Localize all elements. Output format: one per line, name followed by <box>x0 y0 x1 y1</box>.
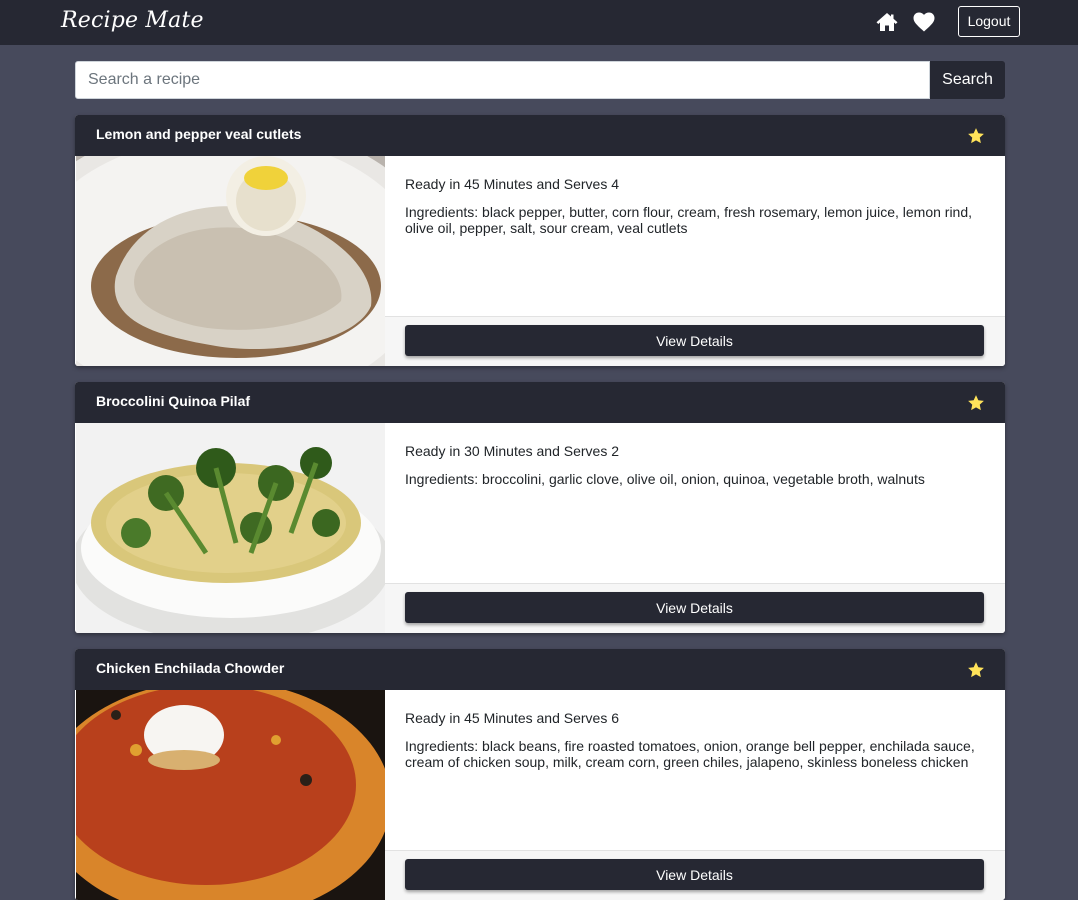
card-body: Ready in 45 Minutes and Serves 4 Ingredi… <box>385 156 1005 366</box>
recipe-title: Chicken Enchilada Chowder <box>96 660 285 676</box>
recipe-image <box>76 156 385 366</box>
search-bar: Search <box>75 61 1005 99</box>
home-icon[interactable] <box>875 10 899 34</box>
heart-icon[interactable] <box>912 10 936 34</box>
card-footer: View Details <box>385 316 1005 366</box>
recipe-image <box>76 423 385 633</box>
search-button[interactable]: Search <box>930 61 1005 99</box>
view-details-button[interactable]: View Details <box>405 592 984 623</box>
recipe-title: Broccolini Quinoa Pilaf <box>96 393 251 409</box>
search-input[interactable] <box>75 61 930 99</box>
recipe-card: Lemon and pepper veal cutlets Ready in 4… <box>75 115 1005 366</box>
card-header: Broccolini Quinoa Pilaf <box>75 382 1005 423</box>
recipe-card: Broccolini Quinoa Pilaf Ready in 30 Minu… <box>75 382 1005 633</box>
recipe-title: Lemon and pepper veal cutlets <box>96 126 302 142</box>
logout-button[interactable]: Logout <box>958 6 1020 37</box>
card-body: Ready in 45 Minutes and Serves 6 Ingredi… <box>385 690 1005 900</box>
card-footer: View Details <box>385 583 1005 633</box>
recipe-image <box>76 690 385 900</box>
star-icon[interactable] <box>967 127 985 145</box>
star-icon[interactable] <box>967 394 985 412</box>
star-icon[interactable] <box>967 661 985 679</box>
ready-time-text: Ready in 45 Minutes and Serves 4 <box>405 176 620 192</box>
card-body: Ready in 30 Minutes and Serves 2 Ingredi… <box>385 423 1005 633</box>
ingredients-text: Ingredients: black pepper, butter, corn … <box>405 204 973 236</box>
ready-time-text: Ready in 30 Minutes and Serves 2 <box>405 443 620 459</box>
ingredients-text: Ingredients: black beans, fire roasted t… <box>405 738 975 770</box>
ready-time-text: Ready in 45 Minutes and Serves 6 <box>405 710 620 726</box>
view-details-button[interactable]: View Details <box>405 325 984 356</box>
card-header: Chicken Enchilada Chowder <box>75 649 1005 690</box>
ingredients-text: Ingredients: broccolini, garlic clove, o… <box>405 471 925 487</box>
recipe-card: Chicken Enchilada Chowder Ready in 45 Mi… <box>75 649 1005 900</box>
view-details-button[interactable]: View Details <box>405 859 984 890</box>
brand-logo[interactable]: Recipe Mate <box>61 8 204 33</box>
card-header: Lemon and pepper veal cutlets <box>75 115 1005 156</box>
top-navbar: Recipe Mate Logout <box>0 0 1078 45</box>
card-footer: View Details <box>385 850 1005 900</box>
